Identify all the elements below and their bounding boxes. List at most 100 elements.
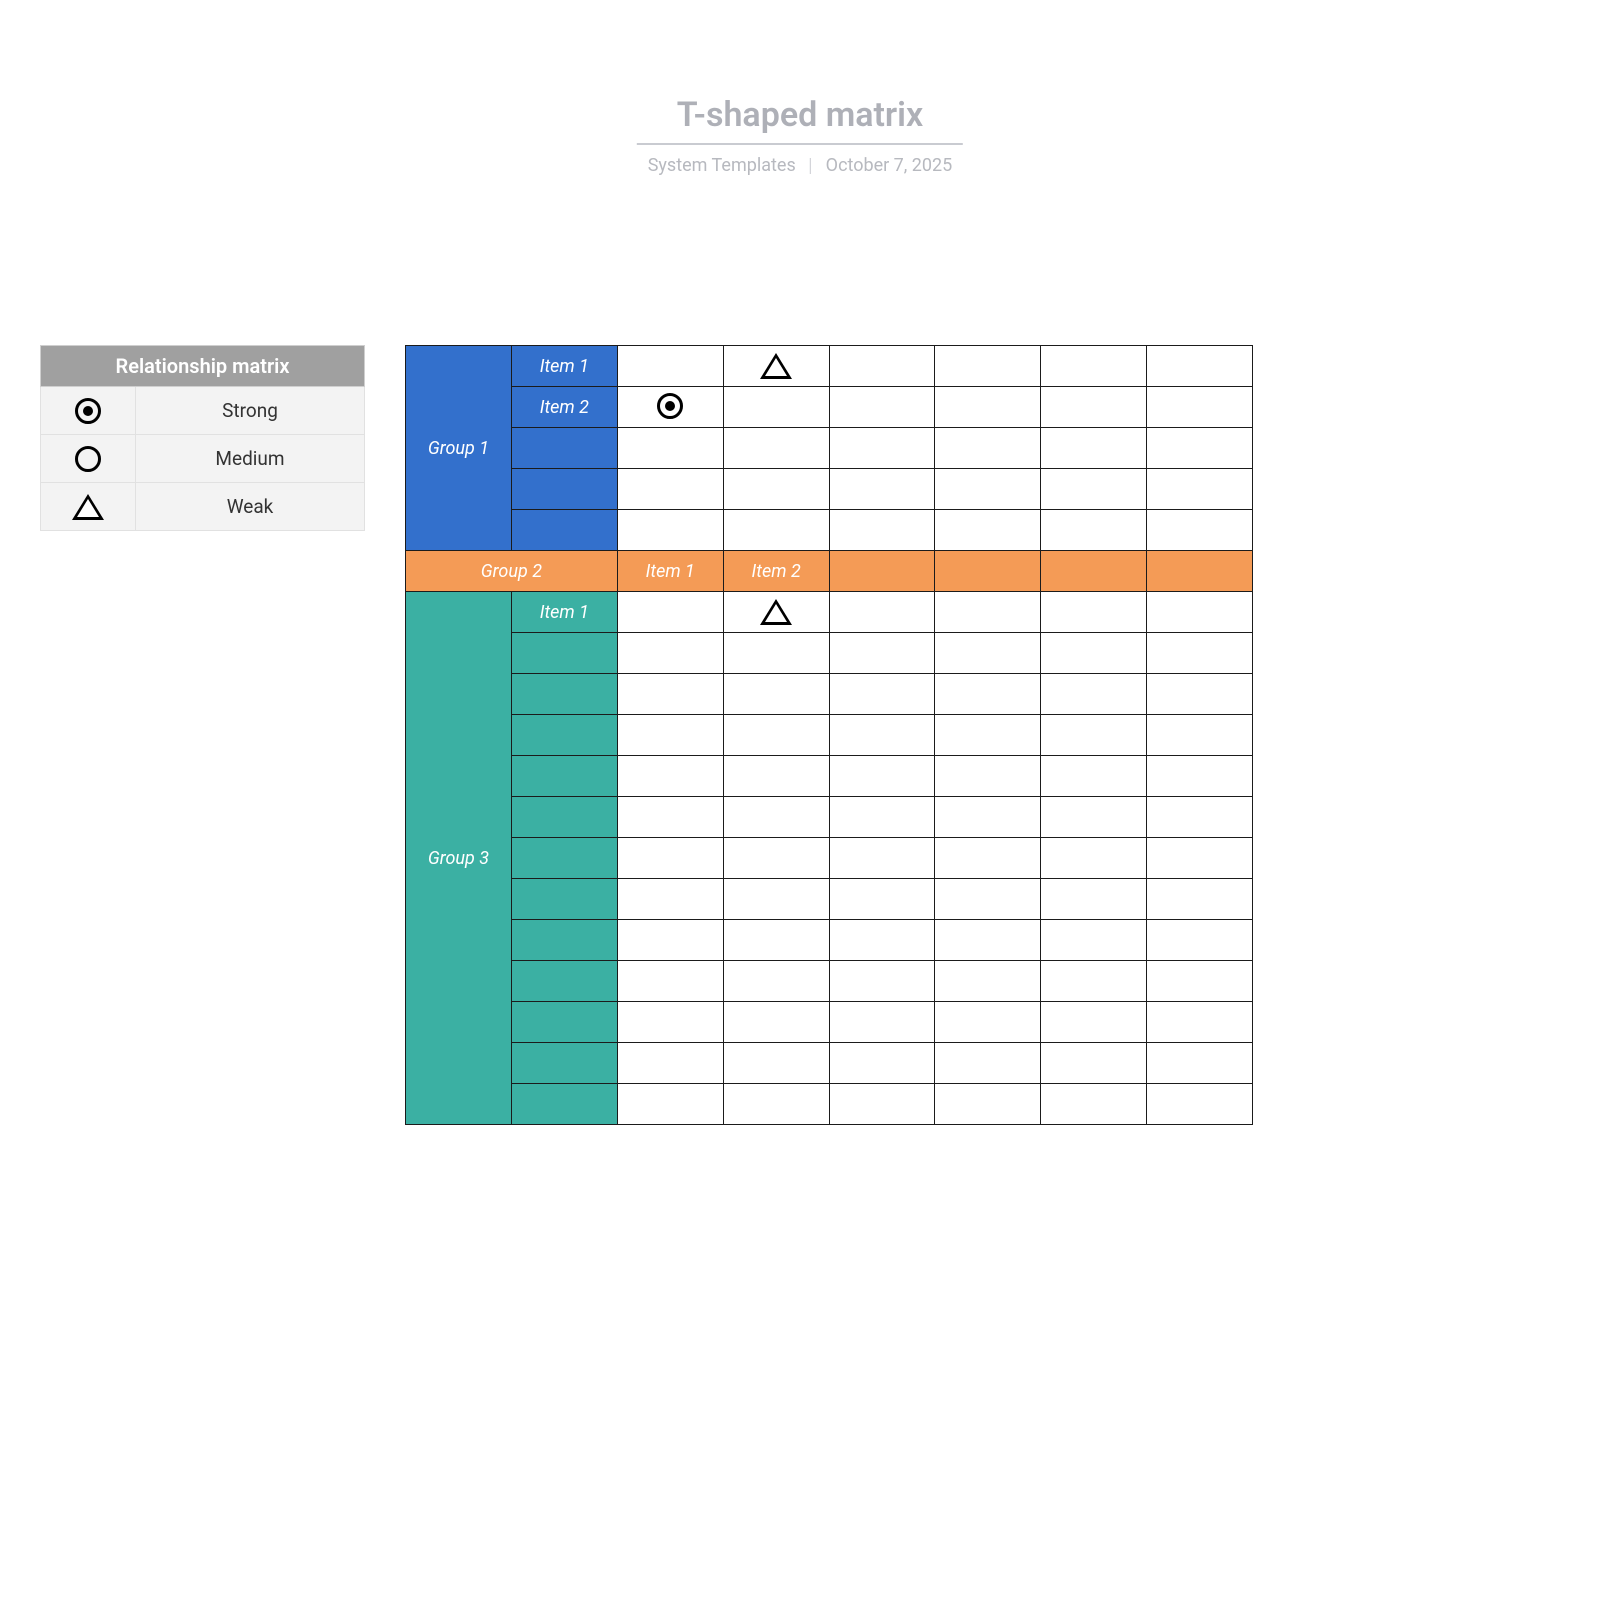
group3-item[interactable] [511, 715, 617, 756]
matrix-cell[interactable] [1147, 387, 1253, 428]
matrix-cell[interactable] [829, 428, 935, 469]
matrix-cell[interactable] [1041, 592, 1147, 633]
group1-item[interactable] [511, 469, 617, 510]
matrix-cell[interactable] [1041, 387, 1147, 428]
matrix-cell[interactable] [723, 797, 829, 838]
matrix-cell[interactable] [1147, 428, 1253, 469]
group3-item[interactable]: Item 1 [511, 592, 617, 633]
matrix-cell[interactable] [617, 674, 723, 715]
matrix-cell[interactable] [935, 592, 1041, 633]
group3-header[interactable]: Group 3 [406, 592, 512, 1125]
matrix-cell[interactable] [723, 715, 829, 756]
matrix-cell[interactable] [617, 469, 723, 510]
matrix-cell[interactable] [617, 633, 723, 674]
group1-item[interactable] [511, 510, 617, 551]
matrix-cell[interactable] [829, 674, 935, 715]
matrix-cell[interactable] [1041, 879, 1147, 920]
group3-item[interactable] [511, 1002, 617, 1043]
matrix-cell[interactable] [617, 346, 723, 387]
matrix-cell[interactable] [1147, 961, 1253, 1002]
group2-item[interactable] [829, 551, 935, 592]
matrix-cell[interactable] [1041, 1084, 1147, 1125]
matrix-cell[interactable] [829, 920, 935, 961]
matrix-cell[interactable] [617, 1002, 723, 1043]
matrix-cell[interactable] [723, 1043, 829, 1084]
matrix-cell[interactable] [935, 756, 1041, 797]
matrix-cell[interactable] [1147, 879, 1253, 920]
group1-item[interactable] [511, 428, 617, 469]
matrix-cell[interactable] [617, 1043, 723, 1084]
matrix-cell[interactable] [935, 346, 1041, 387]
matrix-cell[interactable] [935, 797, 1041, 838]
matrix-cell[interactable] [723, 592, 829, 633]
matrix-cell[interactable] [829, 346, 935, 387]
matrix-cell[interactable] [935, 838, 1041, 879]
matrix-cell[interactable] [723, 674, 829, 715]
matrix-cell[interactable] [829, 961, 935, 1002]
matrix-cell[interactable] [1147, 838, 1253, 879]
matrix-cell[interactable] [723, 1002, 829, 1043]
matrix-cell[interactable] [829, 1084, 935, 1125]
matrix-cell[interactable] [1147, 633, 1253, 674]
group2-item[interactable]: Item 1 [617, 551, 723, 592]
matrix-cell[interactable] [723, 346, 829, 387]
matrix-cell[interactable] [935, 428, 1041, 469]
matrix-cell[interactable] [723, 838, 829, 879]
matrix-cell[interactable] [617, 797, 723, 838]
matrix-cell[interactable] [1041, 633, 1147, 674]
group3-item[interactable] [511, 756, 617, 797]
matrix-cell[interactable] [1147, 510, 1253, 551]
matrix-cell[interactable] [1041, 797, 1147, 838]
group3-item[interactable] [511, 838, 617, 879]
matrix-cell[interactable] [935, 469, 1041, 510]
matrix-cell[interactable] [723, 469, 829, 510]
group3-item[interactable] [511, 879, 617, 920]
matrix-cell[interactable] [935, 674, 1041, 715]
matrix-cell[interactable] [1147, 1002, 1253, 1043]
matrix-cell[interactable] [935, 387, 1041, 428]
group2-item[interactable] [1041, 551, 1147, 592]
matrix-cell[interactable] [617, 961, 723, 1002]
group2-item[interactable]: Item 2 [723, 551, 829, 592]
matrix-cell[interactable] [1041, 428, 1147, 469]
matrix-cell[interactable] [935, 1002, 1041, 1043]
matrix-cell[interactable] [829, 1043, 935, 1084]
matrix-cell[interactable] [1041, 346, 1147, 387]
matrix-cell[interactable] [829, 756, 935, 797]
group3-item[interactable] [511, 1084, 617, 1125]
group1-item[interactable]: Item 2 [511, 387, 617, 428]
matrix-cell[interactable] [1147, 797, 1253, 838]
matrix-cell[interactable] [1041, 756, 1147, 797]
group3-item[interactable] [511, 1043, 617, 1084]
matrix-cell[interactable] [829, 469, 935, 510]
matrix-cell[interactable] [935, 1043, 1041, 1084]
matrix-cell[interactable] [1041, 469, 1147, 510]
group1-header[interactable]: Group 1 [406, 346, 512, 551]
matrix-cell[interactable] [829, 838, 935, 879]
matrix-cell[interactable] [935, 1084, 1041, 1125]
matrix-cell[interactable] [935, 879, 1041, 920]
matrix-cell[interactable] [723, 1084, 829, 1125]
matrix-cell[interactable] [1041, 1043, 1147, 1084]
group2-header[interactable]: Group 2 [406, 551, 618, 592]
matrix-cell[interactable] [829, 387, 935, 428]
matrix-cell[interactable] [829, 510, 935, 551]
matrix-cell[interactable] [617, 879, 723, 920]
matrix-cell[interactable] [935, 510, 1041, 551]
group3-item[interactable] [511, 674, 617, 715]
matrix-cell[interactable] [617, 428, 723, 469]
matrix-cell[interactable] [829, 592, 935, 633]
matrix-cell[interactable] [1041, 715, 1147, 756]
matrix-cell[interactable] [723, 428, 829, 469]
matrix-cell[interactable] [935, 715, 1041, 756]
matrix-cell[interactable] [617, 920, 723, 961]
group2-item[interactable] [935, 551, 1041, 592]
matrix-cell[interactable] [1147, 1043, 1253, 1084]
matrix-cell[interactable] [723, 961, 829, 1002]
matrix-cell[interactable] [723, 387, 829, 428]
matrix-cell[interactable] [1147, 715, 1253, 756]
matrix-cell[interactable] [1041, 920, 1147, 961]
matrix-cell[interactable] [617, 387, 723, 428]
matrix-cell[interactable] [1147, 346, 1253, 387]
matrix-cell[interactable] [935, 633, 1041, 674]
